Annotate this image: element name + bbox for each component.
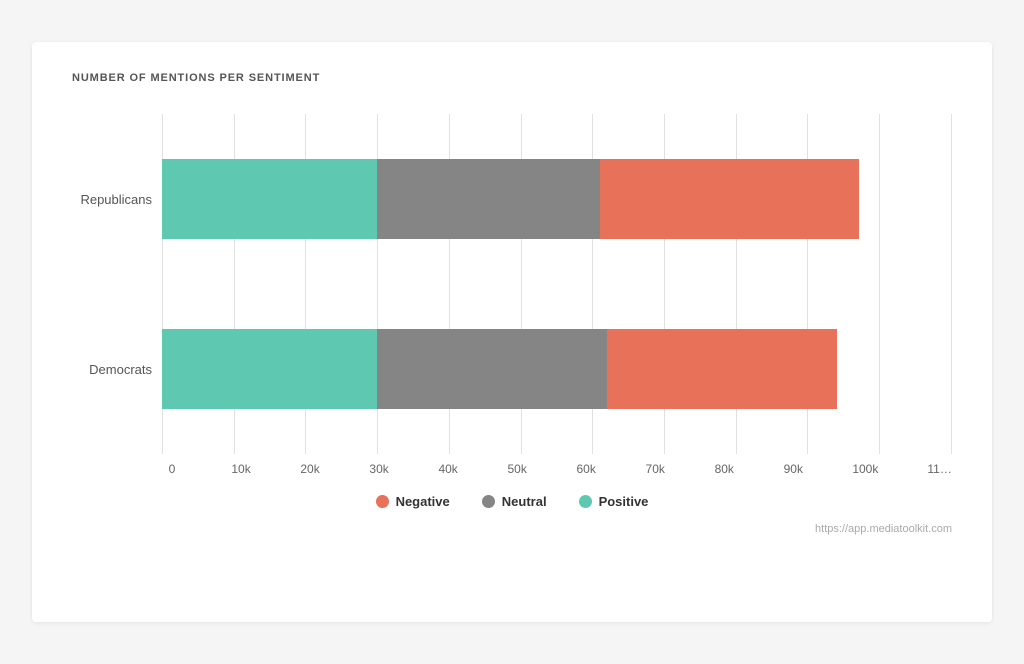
segment-democrats-negative — [607, 329, 837, 409]
chart-area: Republicans Democrats — [72, 114, 952, 454]
segment-democrats-positive — [162, 329, 377, 409]
legend-dot-positive — [579, 495, 592, 508]
legend-item-positive: Positive — [579, 494, 649, 509]
segment-republicans-positive — [162, 159, 377, 239]
y-axis: Republicans Democrats — [72, 114, 162, 454]
x-label: 10k — [231, 462, 251, 476]
stacked-bar-democrats — [162, 329, 837, 409]
x-label: 0 — [162, 462, 182, 476]
x-axis: 0 10k 20k 30k 40k 50k 60k 70k 80k 90k 100k 11… — [162, 454, 952, 476]
legend-label-neutral: Neutral — [502, 494, 547, 509]
bar-row-democrats — [162, 314, 952, 424]
legend-item-negative: Negative — [376, 494, 450, 509]
plot-area — [162, 114, 952, 454]
segment-republicans-negative — [600, 159, 859, 239]
chart-title: NUMBER OF MENTIONS PER SENTIMENT — [72, 72, 952, 84]
y-label-republicans: Republicans — [80, 192, 152, 207]
x-label: 20k — [300, 462, 320, 476]
x-label: 50k — [507, 462, 527, 476]
stacked-bar-republicans — [162, 159, 859, 239]
legend-dot-negative — [376, 495, 389, 508]
y-label-democrats: Democrats — [89, 362, 152, 377]
legend: Negative Neutral Positive — [72, 494, 952, 509]
legend-dot-neutral — [482, 495, 495, 508]
chart-container: NUMBER OF MENTIONS PER SENTIMENT Republi… — [32, 42, 992, 622]
legend-label-positive: Positive — [599, 494, 649, 509]
x-label: 40k — [438, 462, 458, 476]
segment-democrats-neutral — [377, 329, 607, 409]
segment-republicans-neutral — [377, 159, 600, 239]
x-label: 30k — [369, 462, 389, 476]
watermark: https://app.mediatoolkit.com — [72, 523, 952, 535]
x-label: 70k — [645, 462, 665, 476]
x-label: 100k — [852, 462, 878, 476]
x-label: 80k — [714, 462, 734, 476]
x-label: 60k — [576, 462, 596, 476]
x-label: 90k — [783, 462, 803, 476]
legend-item-neutral: Neutral — [482, 494, 547, 509]
legend-label-negative: Negative — [396, 494, 450, 509]
x-label: 11… — [927, 462, 951, 476]
bar-row-republicans — [162, 144, 952, 254]
